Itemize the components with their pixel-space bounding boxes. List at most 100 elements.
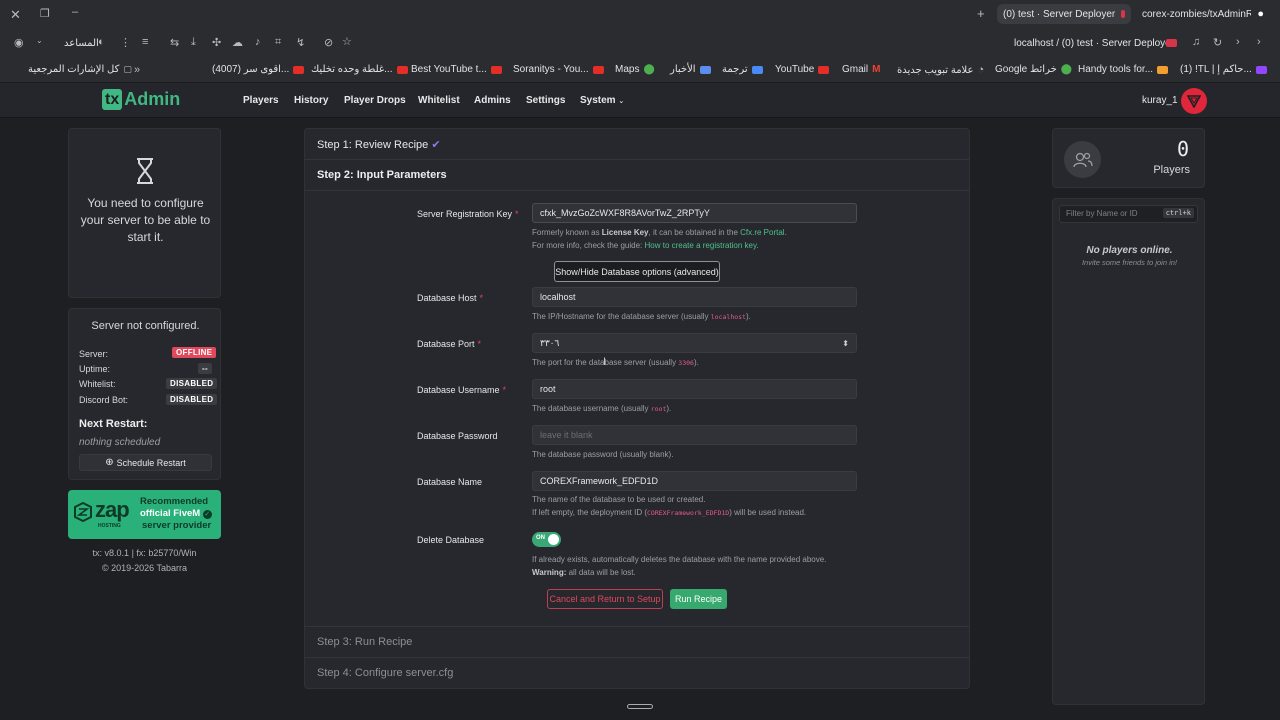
number-spinner-icon[interactable]: ⬍ bbox=[842, 339, 849, 348]
db-host-input[interactable]: localhost bbox=[532, 287, 857, 307]
help-text: ). bbox=[666, 404, 672, 413]
nav-system[interactable]: System ⌄ bbox=[580, 95, 624, 106]
tab-favicon-icon bbox=[1121, 10, 1125, 18]
bookmark-item[interactable]: ترجمة bbox=[722, 64, 763, 75]
nav-settings[interactable]: Settings bbox=[526, 95, 565, 106]
avatar[interactable] bbox=[1181, 88, 1207, 114]
delete-db-toggle[interactable]: ON bbox=[532, 532, 561, 547]
db-port-help: The port for the database server (usuall… bbox=[532, 358, 699, 367]
txadmin-logo[interactable]: tx Admin bbox=[102, 89, 180, 110]
zap-hosting-banner[interactable]: zap HOSTING Recommended official FiveM ✓… bbox=[68, 490, 221, 539]
bookmark-item[interactable]: Google خرائط ⬤ bbox=[995, 64, 1072, 75]
zap-line-2: official FiveM ✓ bbox=[140, 508, 212, 519]
mic-icon[interactable]: ♪ bbox=[255, 36, 261, 48]
logo-admin: Admin bbox=[124, 89, 181, 109]
audio-icon[interactable]: ⋮ bbox=[120, 36, 131, 49]
step-4-header[interactable]: Step 4: Configure server.cfg bbox=[317, 667, 453, 679]
more-bookmarks-icon[interactable]: » bbox=[134, 64, 140, 76]
bookmark-item[interactable]: Soranitys - You... bbox=[513, 64, 604, 75]
nav-history[interactable]: History bbox=[294, 95, 328, 106]
new-tab-icon[interactable]: + bbox=[977, 6, 985, 21]
assistant-label[interactable]: المساعد bbox=[64, 38, 99, 49]
bookmark-label: Soranitys - You... bbox=[513, 64, 589, 75]
players-label: Players bbox=[1153, 164, 1190, 176]
cloud-icon[interactable]: ☁ bbox=[232, 36, 243, 49]
bookmark-all[interactable]: كل الإشارات المرجعية ▢ bbox=[28, 64, 132, 75]
help-text: ) will be used instead. bbox=[729, 508, 807, 517]
bookmark-label: علامة تبويب جديدة bbox=[897, 64, 974, 76]
db-password-help: The database password (usually blank). bbox=[532, 450, 674, 459]
address-bar[interactable]: localhost / (0) test · Server Deployer bbox=[1014, 38, 1174, 49]
cancel-button[interactable]: Cancel and Return to Setup bbox=[547, 589, 663, 609]
required-mark: * bbox=[515, 209, 519, 219]
puzzle-icon[interactable]: ✣ bbox=[212, 36, 221, 49]
help-code: localhost bbox=[710, 313, 746, 321]
cfx-portal-link[interactable]: Cfx.re Portal bbox=[740, 228, 784, 237]
nav-players[interactable]: Players bbox=[243, 95, 279, 106]
db-user-label-text: Database Username bbox=[417, 385, 500, 395]
required-mark: * bbox=[477, 339, 482, 349]
schedule-restart-button[interactable]: ⊕ Schedule Restart bbox=[79, 454, 212, 471]
close-window-icon[interactable]: ✕ bbox=[10, 7, 21, 23]
step-1-title: Step 1: Review Recipe bbox=[317, 139, 429, 151]
step-3-header[interactable]: Step 3: Run Recipe bbox=[317, 636, 412, 648]
divider bbox=[305, 159, 969, 160]
bookmark-item[interactable]: Gmail M bbox=[842, 64, 880, 75]
users-icon bbox=[1072, 152, 1093, 167]
chevron-down-icon[interactable]: ⌄ bbox=[36, 36, 43, 45]
bookmark-item[interactable]: Handy tools for... bbox=[1078, 64, 1169, 75]
nav-player-drops[interactable]: Player Drops bbox=[344, 95, 406, 106]
tune-icon[interactable]: ↯ bbox=[296, 36, 305, 49]
username[interactable]: kuray_1 bbox=[1142, 95, 1178, 106]
github-icon: ● bbox=[1257, 8, 1264, 20]
star-icon[interactable]: ☆ bbox=[342, 35, 352, 48]
reg-key-label: Server Registration Key * bbox=[417, 209, 519, 219]
help-text: ). bbox=[693, 358, 699, 367]
bookmark-item[interactable]: علامة تبويب جديدة ◔ bbox=[897, 64, 984, 76]
list-icon[interactable]: ≡ bbox=[142, 36, 148, 48]
capture-icon[interactable]: ⌗ bbox=[275, 36, 281, 49]
player-filter-input[interactable]: Filter by Name or ID ctrl+k bbox=[1059, 205, 1198, 223]
restore-window-icon[interactable]: ❐ bbox=[40, 7, 50, 20]
bookmark-item[interactable]: Best YouTube t... bbox=[411, 64, 502, 75]
translate-icon[interactable]: ⇆ bbox=[170, 36, 179, 49]
text-cursor-icon: I bbox=[603, 356, 607, 368]
youtube-icon bbox=[592, 65, 604, 74]
bookmark-item[interactable]: Maps ⬤ bbox=[615, 64, 655, 75]
step-1-header[interactable]: Step 1: Review Recipe ✔ bbox=[317, 138, 441, 151]
download-icon[interactable]: ⤓ bbox=[191, 36, 196, 49]
extension-icon[interactable]: ◐ bbox=[98, 36, 105, 48]
server-status-card: Server not configured. Server: OFFLINE U… bbox=[68, 308, 221, 480]
minimize-window-icon[interactable]: – bbox=[72, 6, 78, 18]
bookmark-label: (4007) اقوى سر... bbox=[212, 64, 290, 75]
microphone-icon[interactable]: ♫ bbox=[1192, 36, 1200, 48]
forward-icon[interactable]: › bbox=[1236, 36, 1240, 48]
bookmark-item[interactable]: غلطة وحده تخليك... bbox=[311, 64, 408, 75]
reload-icon[interactable]: ↻ bbox=[1213, 36, 1222, 49]
profile-icon[interactable]: ◉ bbox=[14, 36, 24, 49]
db-name-input[interactable]: COREXFramework_EDFD1D bbox=[532, 471, 857, 491]
db-port-input[interactable]: ٣٣٠٦ ⬍ bbox=[532, 333, 857, 353]
zap-line-1: Recommended bbox=[140, 496, 209, 507]
nav-whitelist[interactable]: Whitelist bbox=[418, 95, 460, 106]
tab-server-deployer[interactable]: (0) test · Server Deployer bbox=[997, 4, 1131, 24]
bookmark-item[interactable]: (1) !TL | حاكم إ... bbox=[1180, 64, 1267, 75]
run-recipe-button[interactable]: Run Recipe bbox=[670, 589, 727, 609]
nav-admins[interactable]: Admins bbox=[474, 95, 511, 106]
bookmark-item[interactable]: الأخبار bbox=[670, 64, 711, 75]
filter-placeholder: Filter by Name or ID bbox=[1066, 209, 1138, 218]
avatar-triangle-icon bbox=[1187, 95, 1201, 108]
link-icon[interactable]: ⊘ bbox=[324, 36, 333, 49]
registration-key-guide-link[interactable]: How to create a registration key bbox=[645, 241, 757, 250]
bookmark-item[interactable]: (4007) اقوى سر... bbox=[212, 64, 305, 75]
scroll-handle[interactable] bbox=[627, 704, 653, 709]
db-user-input[interactable]: root bbox=[532, 379, 857, 399]
toggle-db-options-button[interactable]: Show/Hide Database options (advanced) bbox=[554, 261, 720, 282]
back-icon[interactable]: › bbox=[1257, 36, 1261, 48]
browser-toolbar: ◉ ⌄ المساعد ◐ ⋮ ≡ ⇆ ⤓ ✣ ☁ ♪ ⌗ ↯ ⊘ ☆ loca… bbox=[0, 29, 1280, 57]
db-password-input[interactable]: leave it blank bbox=[532, 425, 857, 445]
discord-bot-label: Discord Bot: bbox=[79, 395, 129, 405]
bookmark-item[interactable]: YouTube bbox=[775, 64, 830, 75]
reg-key-input[interactable]: cfxk_MvzGoZcWXF8R8AVorTwZ_2RPTyY bbox=[532, 203, 857, 223]
tab-github[interactable]: corex-zombies/txAdminR... ● bbox=[1136, 4, 1270, 24]
